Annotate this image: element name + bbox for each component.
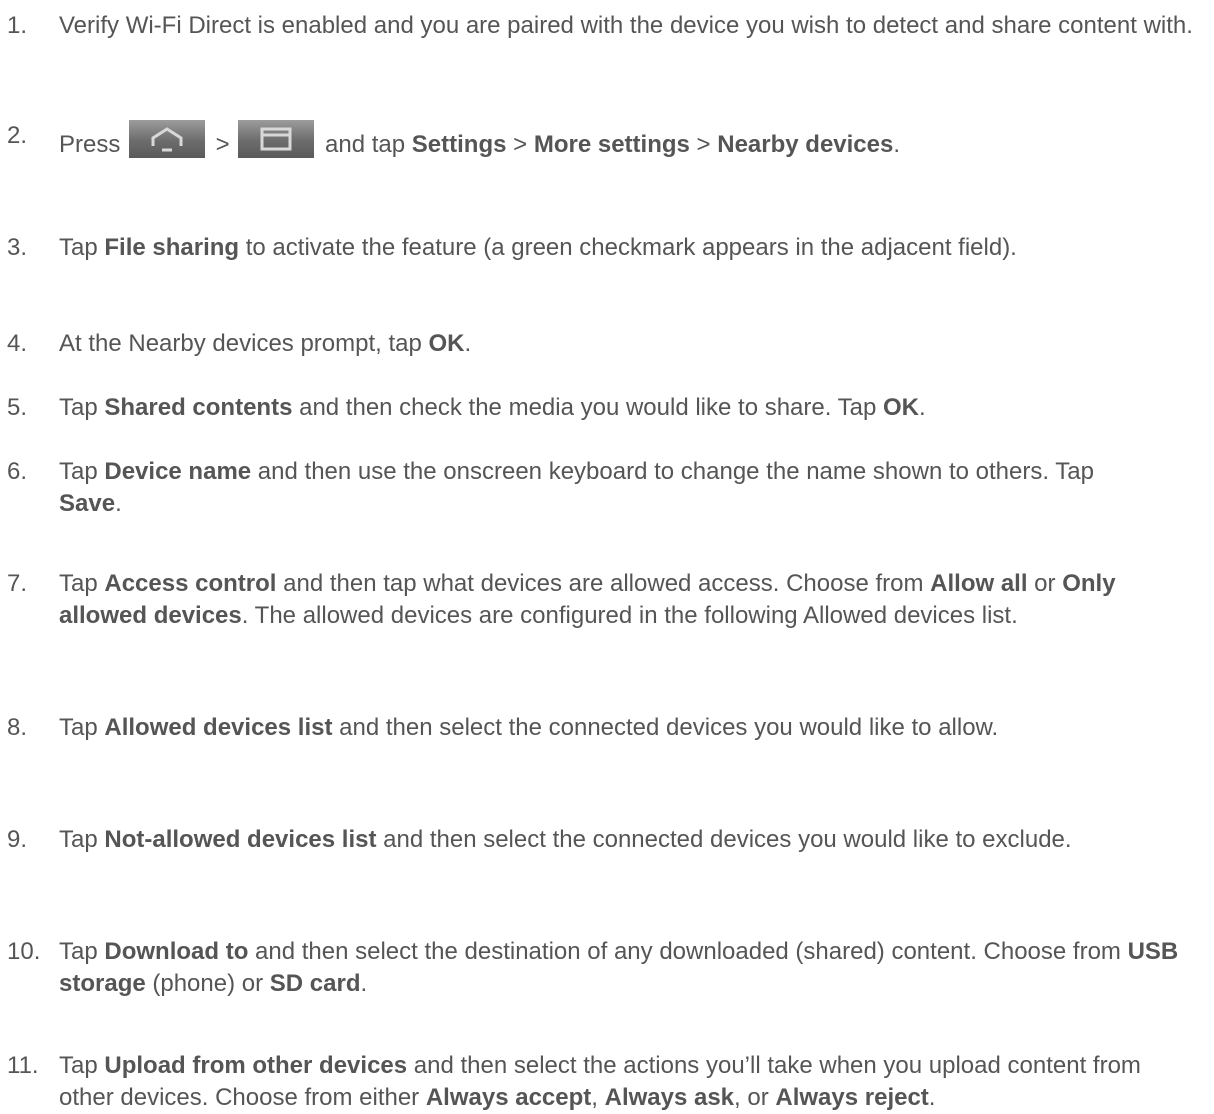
ui-term: Download to bbox=[104, 938, 249, 965]
ui-term: Access control bbox=[104, 570, 277, 597]
ui-term: Settings bbox=[411, 131, 507, 158]
step-text: Tap Upload from other devices and then s… bbox=[59, 1050, 1159, 1114]
ui-term: Not-allowed devices list bbox=[104, 826, 377, 853]
step-number: 3. bbox=[7, 234, 28, 261]
step-text-run: Verify Wi-Fi Direct is enabled and you a… bbox=[59, 12, 1193, 39]
step-text-run: Tap bbox=[59, 458, 105, 485]
ui-term: File sharing bbox=[104, 234, 240, 261]
step-number: 1. bbox=[7, 12, 28, 39]
ui-term: Device name bbox=[104, 458, 252, 485]
ui-term: Upload from other devices bbox=[104, 1052, 408, 1079]
step-text-run: or bbox=[1027, 570, 1063, 597]
ui-term: Shared contents bbox=[104, 394, 293, 421]
step-text-run: . bbox=[115, 490, 122, 517]
step-text-run: , bbox=[591, 1084, 605, 1111]
step-text-run: and then use the onscreen keyboard to ch… bbox=[251, 458, 1094, 485]
step-text-run: Tap bbox=[59, 570, 105, 597]
step-text-run: Tap bbox=[59, 714, 105, 741]
step-text-run: . bbox=[928, 1084, 936, 1111]
step-text-run: to activate the feature (a green checkma… bbox=[239, 234, 1017, 261]
step-text-run: and then select the connected devices yo… bbox=[376, 826, 1072, 853]
step-text-run: Press bbox=[59, 131, 128, 158]
step-text-run: and then select the destination of any d… bbox=[248, 938, 1128, 965]
ui-term: OK bbox=[883, 394, 920, 421]
step-text-run: and tap bbox=[318, 131, 412, 158]
step-text-run: and then select the connected devices yo… bbox=[332, 714, 999, 741]
step-text-run: At the Nearby devices prompt, tap bbox=[59, 330, 429, 357]
home-key-icon bbox=[129, 120, 206, 158]
step-text-run: Tap bbox=[59, 234, 105, 261]
step-text: Tap File sharing to activate the feature… bbox=[59, 232, 1069, 264]
step-text-run: > bbox=[209, 131, 237, 158]
step-text-run: . bbox=[464, 330, 472, 357]
ui-term: Nearby devices bbox=[717, 131, 894, 158]
step-number: 11. bbox=[7, 1052, 39, 1079]
step-number: 8. bbox=[7, 714, 28, 741]
step-text: Tap Access control and then tap what dev… bbox=[59, 568, 1209, 632]
step-number: 6. bbox=[7, 458, 28, 485]
step-text-run: , or bbox=[734, 1084, 776, 1111]
step-text-run: . The allowed devices are configured in … bbox=[241, 602, 1018, 629]
step-number: 5. bbox=[7, 394, 28, 421]
step-text-run: Tap bbox=[59, 394, 105, 421]
step-text-run: (phone) or bbox=[145, 970, 270, 997]
step-text-run: . bbox=[360, 970, 368, 997]
ui-term: OK bbox=[428, 330, 465, 357]
step-text-run: > bbox=[506, 131, 534, 158]
step-text: Press > and tap Settings > More settings… bbox=[59, 120, 1209, 161]
ui-term: More settings bbox=[533, 131, 690, 158]
step-text: Tap Shared contents and then check the m… bbox=[59, 392, 1209, 424]
ui-term: Always reject bbox=[775, 1084, 929, 1111]
step-text: At the Nearby devices prompt, tap OK. bbox=[59, 328, 1209, 360]
ui-term: Allowed devices list bbox=[104, 714, 333, 741]
step-text: Tap Not-allowed devices list and then se… bbox=[59, 824, 1169, 856]
step-text: Tap Download to and then select the dest… bbox=[59, 936, 1209, 1000]
step-text-run: Tap bbox=[59, 826, 105, 853]
step-number: 9. bbox=[7, 826, 28, 853]
step-text: Verify Wi-Fi Direct is enabled and you a… bbox=[59, 10, 1209, 42]
ui-term: Always ask bbox=[604, 1084, 735, 1111]
menu-key-icon bbox=[238, 120, 315, 158]
step-number: 2. bbox=[7, 122, 28, 149]
step-text-run: and then check the media you would like … bbox=[292, 394, 884, 421]
step-text-run: . bbox=[893, 131, 901, 158]
step-number: 10. bbox=[7, 938, 41, 965]
step-text: Tap Allowed devices list and then select… bbox=[59, 712, 1129, 744]
ui-term: Always accept bbox=[425, 1084, 592, 1111]
ui-term: Allow all bbox=[930, 570, 1028, 597]
step-number: 4. bbox=[7, 330, 28, 357]
ui-term: SD card bbox=[269, 970, 361, 997]
step-text-run: and then tap what devices are allowed ac… bbox=[276, 570, 931, 597]
step-number: 7. bbox=[7, 570, 28, 597]
step-text-run: . bbox=[919, 394, 926, 421]
step-text-run: Tap bbox=[59, 938, 105, 965]
ui-term: Save bbox=[59, 490, 116, 517]
step-text: Tap Device name and then use the onscree… bbox=[59, 456, 1149, 520]
step-text-run: Tap bbox=[59, 1052, 105, 1079]
step-text-run: > bbox=[689, 131, 718, 158]
